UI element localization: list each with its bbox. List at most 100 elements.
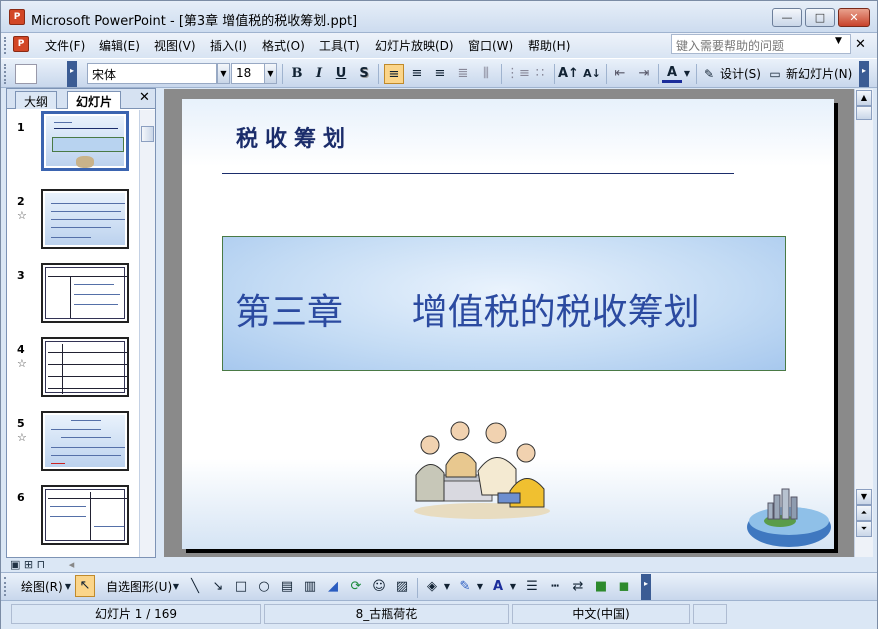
font-color-icon[interactable]: A [662,64,682,83]
justify-icon[interactable]: ≣ [453,64,473,84]
new-slide-icon[interactable]: ▭ [767,64,783,84]
oval-tool-icon[interactable]: ○ [254,577,274,597]
increase-font-icon[interactable]: A↑ [558,64,579,84]
font-name-select[interactable]: 宋体 [87,63,217,84]
close-window-button[interactable]: ✕ [838,8,870,27]
menu-slideshow[interactable]: 幻灯片放映(D) [375,37,454,54]
toolbar-overflow-icon[interactable]: ▸ [859,61,869,87]
document-close-icon[interactable]: ✕ [855,37,866,52]
italic-button[interactable]: I [309,64,329,84]
autoshapes-button[interactable]: 自选图形(U) [106,578,172,595]
menu-file[interactable]: 文件(F) [45,37,85,54]
bullets-icon[interactable]: ∷ [530,64,550,84]
drawing-toolbar-overflow-icon[interactable]: ▸ [641,574,651,600]
menu-window[interactable]: 窗口(W) [468,37,513,54]
scroll-up-icon[interactable]: ▲ [856,90,872,106]
font-size-dropdown-icon[interactable]: ▼ [264,63,277,84]
slide-thumbnail-1[interactable] [41,111,129,171]
new-document-icon[interactable] [15,64,37,84]
menu-help[interactable]: 帮助(H) [528,37,570,54]
arrow-style-icon[interactable]: ⇄ [568,577,588,597]
slide-thumbnail-6[interactable] [41,485,129,545]
menu-tools[interactable]: 工具(T) [319,37,360,54]
dash-style-icon[interactable]: ┅ [545,577,565,597]
tab-outline[interactable]: 大纲 [15,91,58,109]
slide-thumbnail-4[interactable] [41,337,129,397]
document-control-icon[interactable]: P [13,36,29,52]
help-dropdown-icon[interactable]: ▼ [835,36,842,46]
arrow-tool-icon[interactable]: ↘ [208,577,228,597]
help-search-input[interactable]: 键入需要帮助的问题 [671,34,851,54]
select-objects-icon[interactable]: ↖ [75,575,95,597]
draw-dropdown-icon[interactable]: ▼ [63,577,73,597]
menu-grip-icon[interactable] [4,37,7,54]
text-color-dropdown-icon[interactable]: ▼ [508,577,518,597]
line-style-icon[interactable]: ☰ [522,577,542,597]
new-slide-button[interactable]: 新幻灯片(N) [786,65,852,82]
fill-color-icon[interactable]: ◈ [422,577,442,597]
slide-scrollbar[interactable]: ▲ ▼ ⏶ ⏷ [854,89,873,557]
panel-close-icon[interactable]: ✕ [139,90,150,105]
maximize-button[interactable]: □ [805,8,835,27]
current-slide[interactable]: 税收筹划 第三章 增值税的税收筹划 [182,99,834,549]
chapter-textbox[interactable]: 第三章 增值税的税收筹划 [222,236,786,371]
diagram-icon[interactable]: ⟳ [346,577,366,597]
menu-insert[interactable]: 插入(I) [210,37,247,54]
line-color-dropdown-icon[interactable]: ▼ [475,577,485,597]
next-slide-icon[interactable]: ⏷ [856,521,872,537]
menu-format[interactable]: 格式(O) [262,37,305,54]
wordart-icon[interactable]: ◢ [323,577,343,597]
increase-indent-icon[interactable]: ⇥ [634,64,654,84]
shadow-style-icon[interactable]: ■ [591,577,611,597]
design-icon[interactable]: ✎ [701,64,717,84]
slide-title[interactable]: 税收筹划 [236,121,352,153]
toolbar-options-icon[interactable]: ▸ [67,61,77,87]
underline-button[interactable]: U [331,64,351,84]
rectangle-tool-icon[interactable]: □ [231,577,251,597]
line-tool-icon[interactable]: ╲ [185,577,205,597]
decrease-font-icon[interactable]: A↓ [582,64,602,84]
slide-thumbnail-5[interactable] [41,411,129,471]
autoshapes-dropdown-icon[interactable]: ▼ [171,577,181,597]
slide-sorter-view-icon[interactable]: ⊞ [24,558,33,571]
drawing-toolbar-grip-icon[interactable] [4,577,7,596]
align-center-icon[interactable]: ≡ [407,64,427,84]
bold-button[interactable]: B [287,64,307,84]
numbering-icon[interactable]: ⋮≡ [506,64,530,84]
slide-scroll-thumb[interactable] [856,106,872,120]
align-left-icon[interactable]: ≡ [384,64,404,84]
scroll-left-icon[interactable]: ◂ [69,558,75,571]
menu-edit[interactable]: 编辑(E) [99,37,140,54]
toolbar-grip-icon[interactable] [4,64,7,84]
shadow-button[interactable]: S [354,64,374,84]
font-name-dropdown-icon[interactable]: ▼ [217,63,230,84]
vertical-textbox-icon[interactable]: ▥ [300,577,320,597]
slide-thumbnail-2[interactable] [41,189,129,249]
menu-view[interactable]: 视图(V) [154,37,196,54]
scroll-down-icon[interactable]: ▼ [856,489,872,505]
slide-number: 5 [17,417,25,430]
thumbnail-scrollbar[interactable] [139,110,155,557]
clipart-icon[interactable]: ☺ [369,577,389,597]
font-color-dropdown-icon[interactable]: ▼ [682,64,692,84]
3d-style-icon[interactable]: ◼ [614,577,634,597]
tab-slides[interactable]: 幻灯片 [67,91,122,109]
fill-color-dropdown-icon[interactable]: ▼ [442,577,452,597]
previous-slide-icon[interactable]: ⏶ [856,505,872,521]
textbox-tool-icon[interactable]: ▤ [277,577,297,597]
align-right-icon[interactable]: ≡ [430,64,450,84]
line-color-icon[interactable]: ✎ [455,577,475,597]
powerpoint-app-icon[interactable]: P [9,9,25,25]
draw-menu-button[interactable]: 绘图(R) [21,578,63,595]
font-size-select[interactable]: 18 [231,63,265,84]
normal-view-icon[interactable]: ▣ [10,558,20,571]
minimize-button[interactable]: — [772,8,802,27]
slide-thumbnail-3[interactable] [41,263,129,323]
slideshow-view-icon[interactable]: ⊓ [37,558,46,571]
design-button[interactable]: 设计(S) [720,65,761,82]
picture-icon[interactable]: ▨ [392,577,412,597]
decrease-indent-icon[interactable]: ⇤ [610,64,630,84]
text-color-icon[interactable]: A [488,577,508,597]
thumbnail-scroll-thumb[interactable] [141,126,154,142]
distribute-icon[interactable]: ⫼ [476,64,496,84]
